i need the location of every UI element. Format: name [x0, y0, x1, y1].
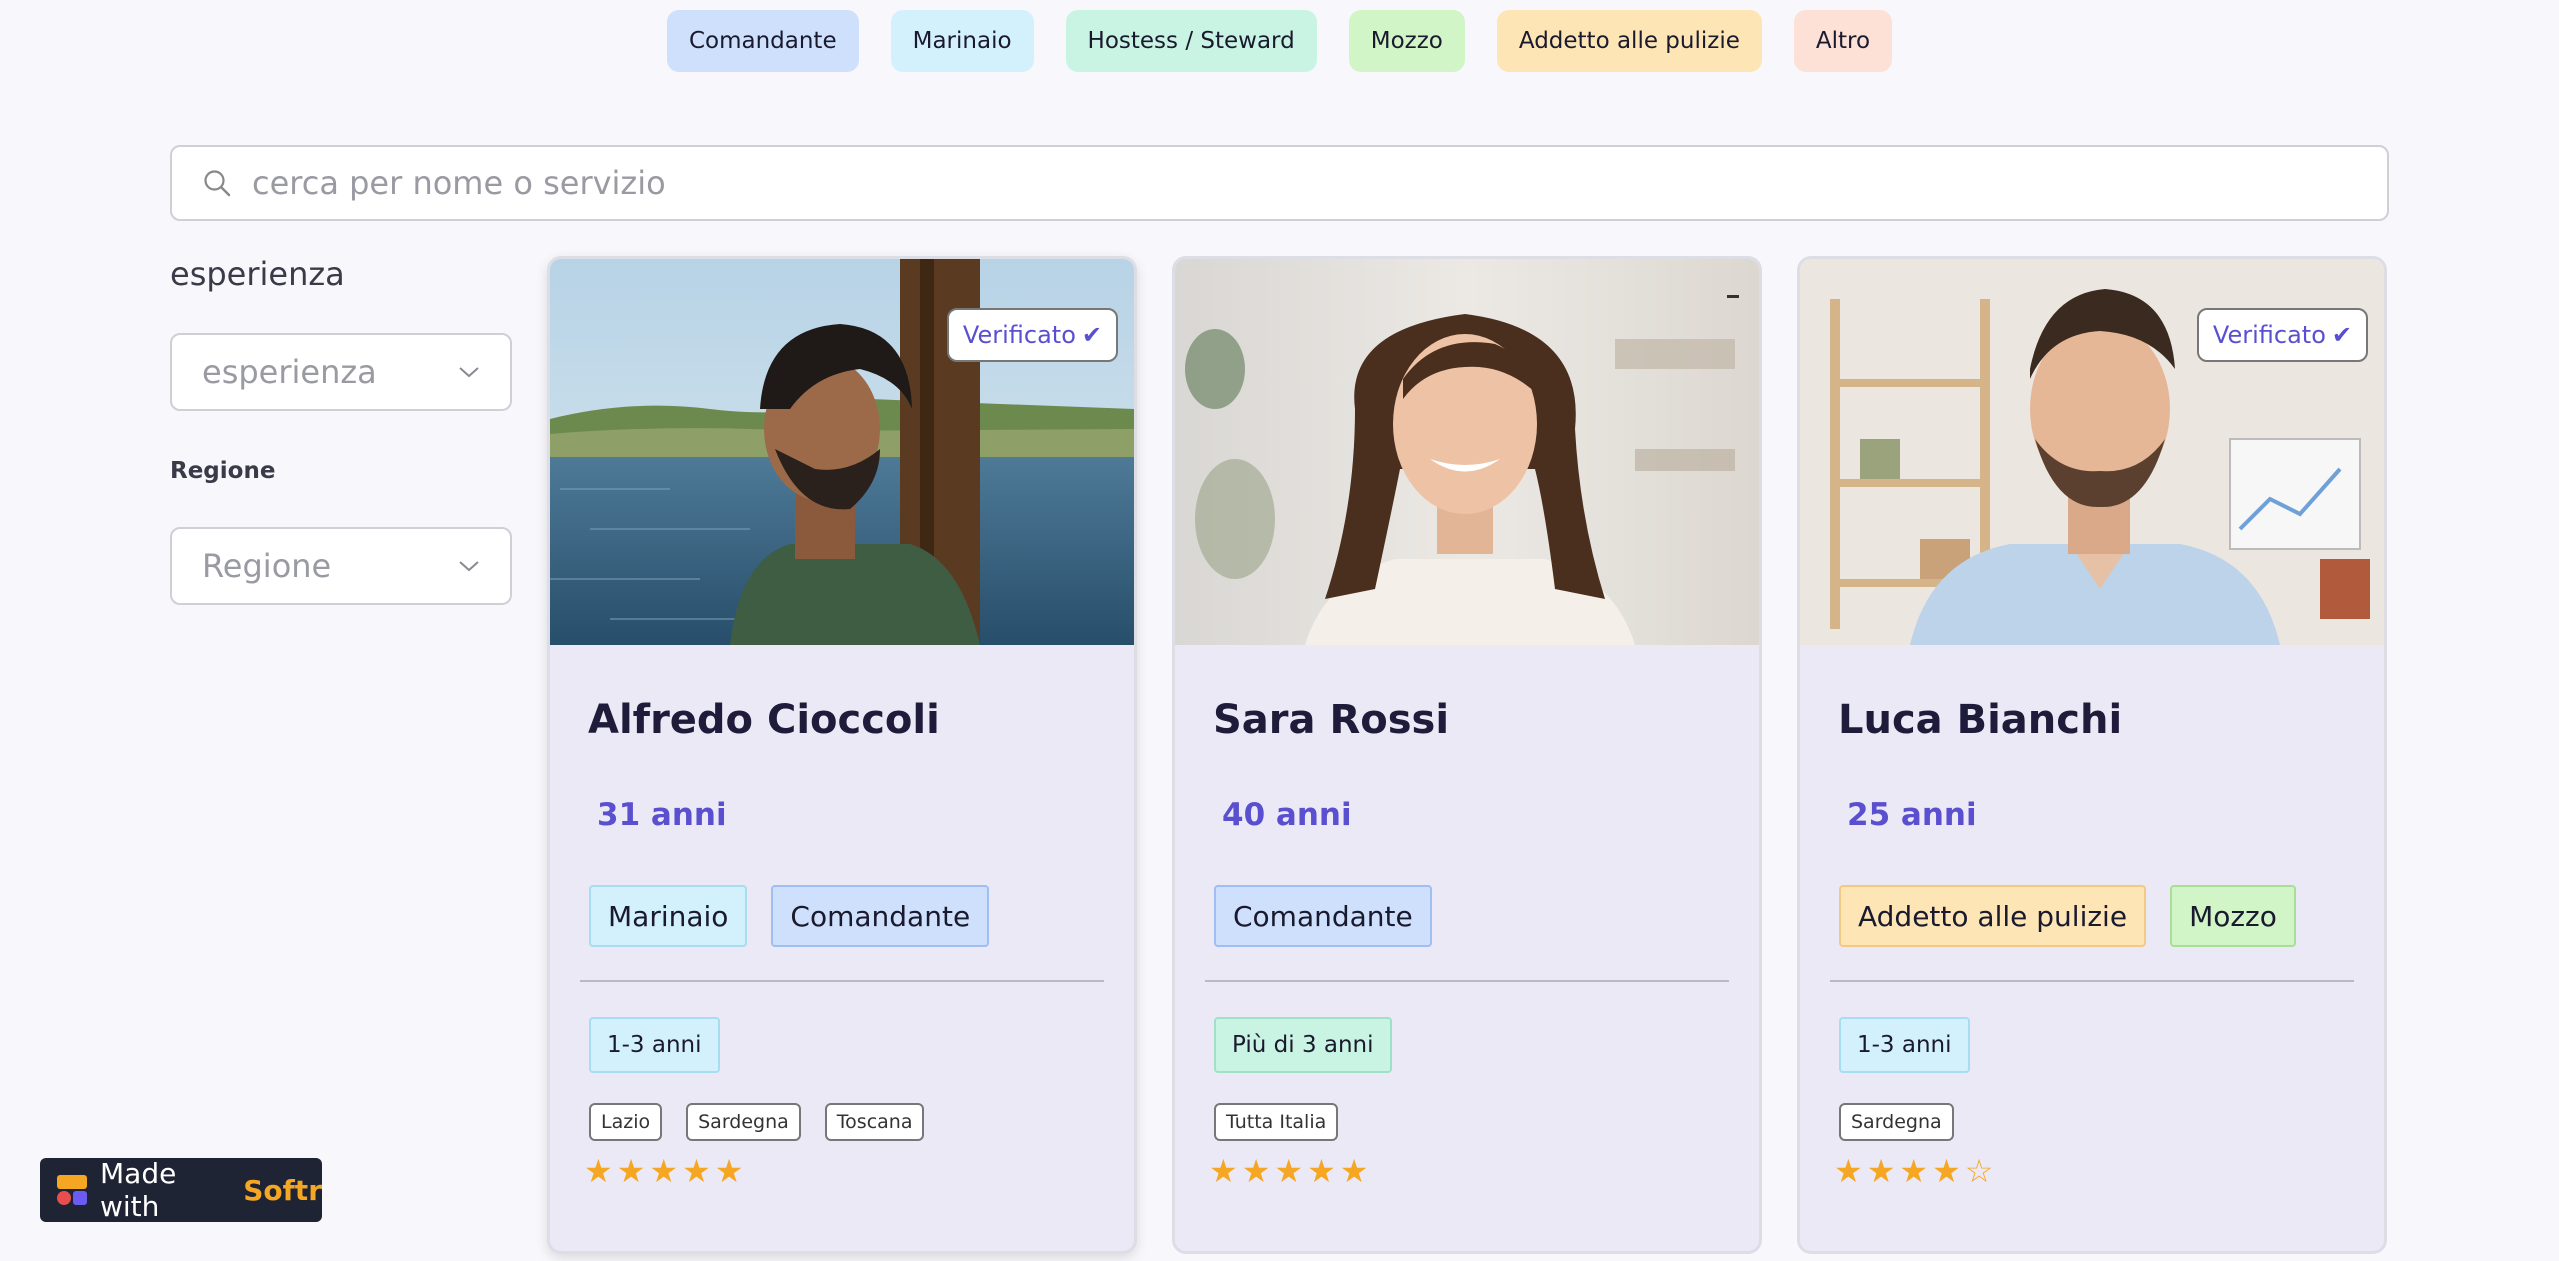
role-tag-marinaio: Marinaio: [589, 885, 748, 947]
softr-logo-icon: [57, 1175, 87, 1205]
region-tag-tutta-italia: Tutta Italia: [1214, 1103, 1339, 1141]
category-chip-marinaio[interactable]: Marinaio: [890, 10, 1034, 72]
search-input[interactable]: [250, 152, 2387, 214]
profile-card-luca-bianchi[interactable]: Verificato ✔ Luca Bianchi 25 anni Addett…: [1797, 256, 2387, 1254]
star-empty-icon: ☆: [1964, 1152, 1994, 1190]
region-select[interactable]: Regione: [170, 527, 512, 605]
verified-badge-label: Verificato: [2212, 321, 2326, 349]
made-with-softr-button[interactable]: Made with Softr: [40, 1157, 322, 1223]
role-tags: Comandante: [1214, 885, 1432, 947]
check-icon: ✔: [2331, 321, 2352, 349]
region-tags: Sardegna: [1839, 1103, 1954, 1141]
star-filled-icon: ★: [714, 1152, 744, 1190]
star-filled-icon: ★: [1932, 1152, 1961, 1190]
role-tag-mozzo: Mozzo: [2170, 885, 2296, 947]
card-menu-indicator: [1727, 295, 1739, 298]
experience-select[interactable]: esperienza: [170, 333, 512, 411]
star-filled-icon: ★: [682, 1152, 711, 1190]
search-icon: [204, 170, 231, 197]
star-filled-icon: ★: [616, 1152, 646, 1190]
profile-name: Sara Rossi: [1213, 697, 1450, 743]
category-chip-hostess-steward[interactable]: Hostess / Steward: [1065, 10, 1317, 72]
verified-badge-label: Verificato: [962, 321, 1076, 349]
star-filled-icon: ★: [1274, 1152, 1304, 1190]
role-tags: Addetto alle pulizie Mozzo: [1839, 885, 2296, 947]
role-tag-comandante: Comandante: [771, 885, 990, 947]
star-filled-icon: ★: [1241, 1152, 1271, 1190]
star-filled-icon: ★: [1834, 1152, 1863, 1190]
star-filled-icon: ★: [1209, 1152, 1238, 1190]
card-divider: [1830, 980, 2354, 982]
star-filled-icon: ★: [1899, 1152, 1929, 1190]
region-tags: Tutta Italia: [1214, 1103, 1339, 1141]
region-tag-sardegna: Sardegna: [686, 1103, 801, 1141]
experience-tag: 1-3 anni: [589, 1017, 720, 1073]
profile-name: Alfredo Cioccoli: [588, 697, 940, 743]
check-icon: ✔: [1081, 321, 1102, 349]
card-divider: [1205, 980, 1729, 982]
role-tag-comandante: Comandante: [1214, 885, 1432, 947]
rating-stars: ★ ★ ★ ★ ★: [584, 1151, 743, 1191]
profile-age: 25 anni: [1847, 797, 1977, 833]
profile-age: 31 anni: [597, 797, 727, 833]
category-chip-altro[interactable]: Altro: [1793, 10, 1893, 72]
star-filled-icon: ★: [1339, 1152, 1369, 1190]
card-divider: [580, 980, 1104, 982]
profile-name: Luca Bianchi: [1838, 697, 2123, 743]
profile-age: 40 anni: [1222, 797, 1352, 833]
region-filter-label: Regione: [170, 458, 276, 484]
profile-card-sara-rossi[interactable]: Sara Rossi 40 anni Comandante Più di 3 a…: [1172, 256, 1762, 1254]
star-filled-icon: ★: [649, 1152, 679, 1190]
experience-filter-label: esperienza: [170, 255, 345, 293]
role-tags: Marinaio Comandante: [589, 885, 990, 947]
region-select-value: Regione: [202, 547, 332, 585]
region-tag-lazio: Lazio: [589, 1103, 663, 1141]
region-tags: Lazio Sardegna Toscana: [589, 1103, 925, 1141]
experience-select-value: esperienza: [202, 353, 377, 391]
softr-brand: Softr: [243, 1173, 322, 1207]
softr-prefix: Made with: [100, 1157, 177, 1223]
profile-photo: [1175, 259, 1759, 645]
category-chip-comandante[interactable]: Comandante: [666, 10, 859, 72]
experience-tag: 1-3 anni: [1839, 1017, 1970, 1073]
category-filter-bar: Comandante Marinaio Hostess / Steward Mo…: [0, 10, 2559, 72]
experience-tag: Più di 3 anni: [1214, 1017, 1392, 1073]
star-filled-icon: ★: [584, 1152, 613, 1190]
verified-badge: Verificato ✔: [946, 308, 1118, 362]
chevron-down-icon: [459, 367, 479, 378]
role-tag-addetto-pulizie: Addetto alle pulizie: [1839, 885, 2147, 947]
verified-badge: Verificato ✔: [2196, 308, 2368, 362]
region-tag-sardegna: Sardegna: [1839, 1103, 1954, 1141]
profile-card-alfredo-cioccoli[interactable]: Verificato ✔ Alfredo Cioccoli 31 anni Ma…: [547, 256, 1137, 1254]
rating-stars: ★ ★ ★ ★ ★: [1209, 1151, 1368, 1191]
category-chip-mozzo[interactable]: Mozzo: [1348, 10, 1465, 72]
star-filled-icon: ★: [1866, 1152, 1896, 1190]
star-filled-icon: ★: [1307, 1152, 1336, 1190]
chevron-down-icon: [459, 561, 479, 572]
search-bar: [170, 145, 2389, 221]
region-tag-toscana: Toscana: [824, 1103, 925, 1141]
rating-stars: ★ ★ ★ ★ ☆: [1834, 1151, 1993, 1191]
category-chip-addetto-pulizie[interactable]: Addetto alle pulizie: [1496, 10, 1762, 72]
